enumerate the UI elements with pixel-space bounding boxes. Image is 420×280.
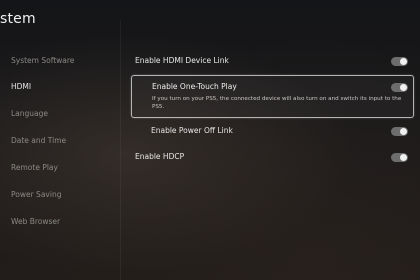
setting-hdmi-device-link[interactable]: Enable HDMI Device Link — [131, 54, 414, 68]
sidebar-item-web-browser[interactable]: Web Browser — [11, 216, 60, 228]
sidebar-item-remote-play[interactable]: Remote Play — [11, 162, 58, 174]
setting-hdcp[interactable]: Enable HDCP — [131, 150, 414, 164]
setting-label: Enable Power Off Link — [151, 126, 233, 135]
setting-label: Enable One-Touch Play — [152, 82, 237, 91]
setting-label: Enable HDMI Device Link — [135, 56, 229, 65]
sidebar-item-hdmi[interactable]: HDMI — [11, 81, 31, 93]
setting-description: If you turn on your PS5, the connected d… — [152, 96, 402, 110]
sidebar-divider — [120, 20, 121, 280]
power-off-link-toggle[interactable] — [391, 127, 408, 136]
setting-power-off-link[interactable]: Enable Power Off Link — [131, 124, 414, 138]
toggle-knob — [400, 128, 407, 135]
sidebar-item-power-saving[interactable]: Power Saving — [11, 189, 61, 201]
settings-sidebar: System Software HDMI Language Date and T… — [0, 48, 118, 280]
toggle-knob — [400, 84, 407, 91]
setting-label: Enable HDCP — [135, 152, 185, 161]
toggle-knob — [400, 58, 407, 65]
sidebar-item-date-and-time[interactable]: Date and Time — [11, 135, 66, 147]
one-touch-play-toggle[interactable] — [391, 83, 408, 92]
page-title: stem — [0, 11, 36, 27]
toggle-knob — [400, 154, 407, 161]
hdmi-device-link-toggle[interactable] — [391, 57, 408, 66]
sidebar-item-system-software[interactable]: System Software — [11, 55, 74, 67]
hdcp-toggle[interactable] — [391, 153, 408, 162]
setting-one-touch-play[interactable]: Enable One-Touch Play If you turn on you… — [131, 75, 414, 118]
sidebar-item-language[interactable]: Language — [11, 108, 48, 120]
